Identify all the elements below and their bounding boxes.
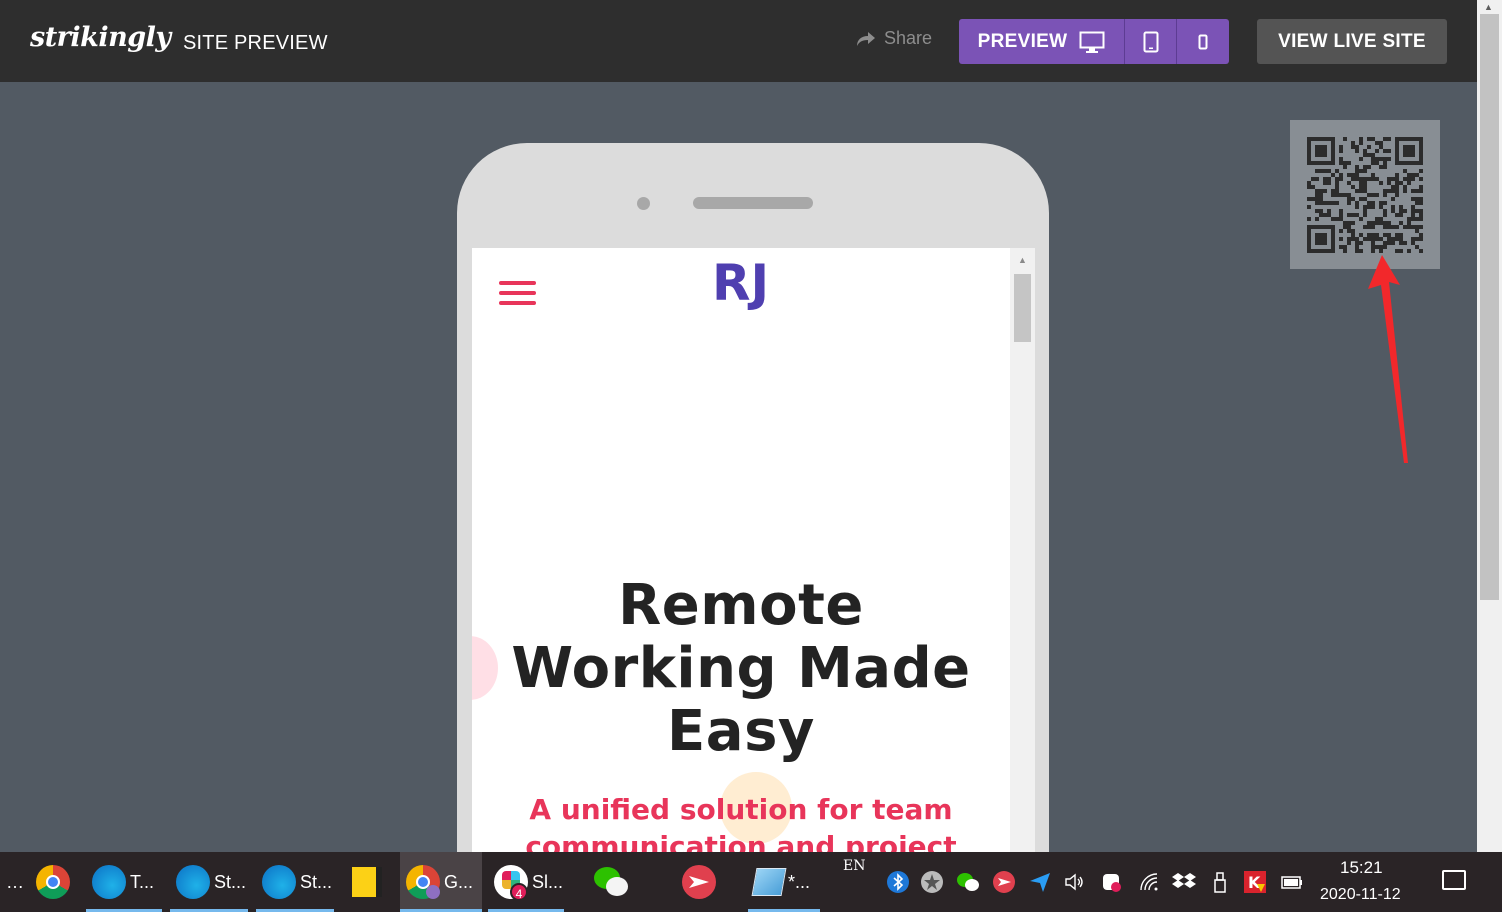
preview-desktop-button[interactable]: PREVIEW	[959, 19, 1125, 64]
preview-tablet-button[interactable]	[1125, 19, 1177, 64]
kaspersky-icon[interactable]: K	[1243, 870, 1267, 894]
mail-tray-icon[interactable]	[992, 870, 1016, 894]
red-annotation-arrow	[1368, 255, 1408, 463]
notification-badge: 4	[510, 883, 528, 901]
taskbar-app-edge-3[interactable]: St...	[256, 852, 334, 912]
battery-icon[interactable]	[1280, 870, 1304, 894]
hamburger-menu-icon[interactable]	[499, 281, 536, 306]
edge-icon	[262, 865, 296, 899]
hero-subtitle-line: A unified solution for team	[529, 793, 953, 826]
mail-app-icon	[682, 865, 716, 899]
preview-label: PREVIEW	[977, 30, 1068, 52]
tablet-icon	[1143, 31, 1158, 52]
taskbar-app-label: Sl...	[532, 871, 564, 892]
taskbar-app-label: *...	[788, 871, 811, 892]
top-bar: strikingly SITE PREVIEW Share PREVIEW VI…	[0, 0, 1477, 82]
hero-title-line: Working Made	[511, 636, 971, 701]
hero-title-line: Easy	[667, 699, 815, 764]
wechat-tray-icon[interactable]	[956, 870, 980, 894]
taskbar-app-slack[interactable]: 4 Sl...	[488, 852, 564, 912]
site-logo-text: RJ	[712, 254, 769, 312]
scrollbar-thumb[interactable]	[1480, 14, 1499, 600]
device-switcher: PREVIEW	[959, 19, 1229, 64]
taskbar-app-sticky-notes[interactable]	[346, 852, 396, 912]
qr-code-icon	[1307, 136, 1423, 253]
wechat-icon	[594, 867, 630, 897]
bluetooth-icon[interactable]	[886, 870, 910, 894]
slack-icon: 4	[494, 865, 528, 901]
star-app-icon[interactable]	[920, 870, 944, 894]
phone-camera	[637, 197, 650, 210]
qr-code-panel	[1290, 120, 1440, 269]
sticky-notes-icon	[352, 867, 382, 897]
windows-taskbar: … T... St... St... G... 4 Sl... *... K E…	[0, 852, 1502, 912]
chrome-icon	[406, 865, 440, 899]
window-scrollbar[interactable]: ▲	[1477, 0, 1502, 852]
edge-icon	[92, 865, 126, 899]
chrome-icon	[36, 865, 70, 899]
volume-icon[interactable]	[1063, 870, 1087, 894]
clock-time[interactable]: 15:21	[1340, 858, 1383, 878]
slack-tray-icon[interactable]	[1099, 870, 1123, 894]
taskbar-app-label: St...	[214, 871, 247, 892]
edge-icon	[176, 865, 210, 899]
taskbar-app-mail[interactable]	[676, 852, 726, 912]
mobile-icon	[1198, 34, 1208, 49]
taskbar-app-label: …	[6, 871, 24, 892]
wifi-icon[interactable]	[1137, 870, 1161, 894]
hero-title: Remote Working Made Easy	[472, 574, 1010, 763]
share-icon	[857, 31, 875, 46]
send-icon[interactable]	[1028, 870, 1052, 894]
hero-title-line: Remote	[618, 573, 864, 638]
clock-date[interactable]: 2020-11-12	[1320, 886, 1401, 904]
taskbar-app-notepad[interactable]: *...	[748, 852, 820, 912]
svg-text:K: K	[1248, 873, 1261, 892]
phone-scrollbar-thumb[interactable]	[1014, 274, 1031, 342]
preview-mobile-button[interactable]	[1177, 19, 1229, 64]
taskbar-app-edge-2[interactable]: St...	[170, 852, 248, 912]
taskbar-app-label: T...	[130, 871, 155, 892]
scroll-up-arrow-icon[interactable]: ▲	[1484, 2, 1493, 12]
share-label: Share	[884, 28, 933, 48]
phone-speaker	[693, 197, 813, 209]
view-live-site-button[interactable]: VIEW LIVE SITE	[1257, 19, 1447, 64]
taskbar-app-chrome-profile[interactable]: G...	[400, 852, 482, 912]
taskbar-app-edge-1[interactable]: T...	[86, 852, 162, 912]
notepad-icon	[751, 868, 787, 896]
action-center-icon[interactable]	[1442, 870, 1466, 890]
taskbar-app-label: G...	[444, 871, 474, 892]
phone-scrollbar[interactable]: ▲	[1010, 248, 1035, 852]
share-button[interactable]: Share	[856, 28, 932, 49]
phone-screen: RJ Remote Working Made Easy A unified so…	[472, 248, 1035, 852]
page-title: SITE PREVIEW	[183, 32, 328, 54]
taskbar-app-label: St...	[300, 871, 333, 892]
scroll-up-arrow-icon[interactable]: ▲	[1018, 255, 1027, 265]
taskbar-app-wechat[interactable]	[588, 852, 648, 912]
dropbox-icon[interactable]	[1172, 870, 1196, 894]
site-logo[interactable]: RJ	[710, 254, 774, 332]
strikingly-logo[interactable]: strikingly	[30, 22, 171, 53]
hero-subtitle-line: communication and project	[525, 830, 957, 852]
taskbar-overflow[interactable]: …	[0, 852, 24, 912]
hero-subtitle: A unified solution for team communicatio…	[472, 791, 1010, 852]
input-language-indicator[interactable]: EN	[843, 858, 865, 874]
desktop-icon	[1079, 31, 1105, 53]
taskbar-app-chrome[interactable]	[30, 852, 80, 912]
usb-device-icon[interactable]	[1208, 870, 1232, 894]
